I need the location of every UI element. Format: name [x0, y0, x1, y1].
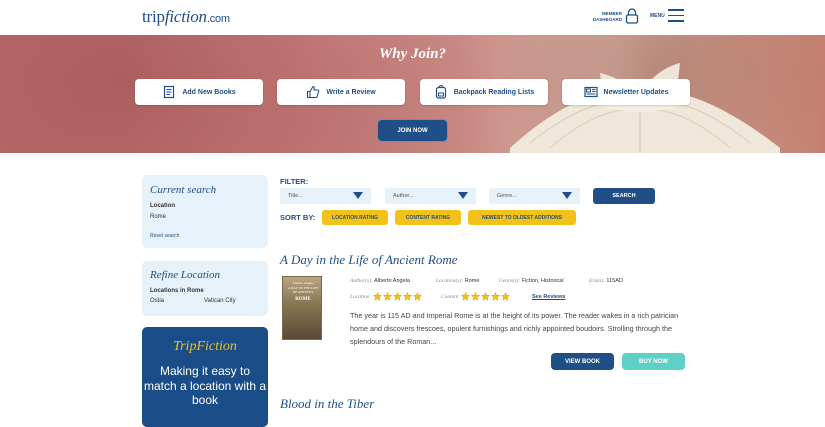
menu-label[interactable]: MENU [650, 13, 665, 19]
join-now-button[interactable]: JOIN NOW [377, 119, 448, 142]
author-filter-select[interactable]: Author... [385, 188, 476, 204]
era-meta: Era(s): 115AD [589, 278, 623, 284]
location-label: Location [150, 203, 175, 209]
author-key: Author(s): [350, 278, 373, 284]
backpack-reading-lists-button[interactable]: Backpack Reading Lists [420, 79, 548, 105]
star-icon [372, 292, 382, 301]
reset-search-link[interactable]: Reset search [150, 233, 179, 239]
backpack-icon [435, 85, 446, 99]
star-icon [461, 292, 471, 301]
location-rating-key: Location [350, 293, 370, 300]
locations-in-rome-label: Locations in Rome [150, 288, 204, 294]
newsletter-icon [583, 86, 598, 98]
add-new-books-label: Add New Books [182, 88, 236, 96]
refine-location-title: Refine Location [150, 269, 220, 281]
logo-main: trip [142, 7, 165, 26]
era-value[interactable]: 115AD [606, 278, 622, 284]
content-rating-key: Content [441, 293, 459, 300]
book-cover-image[interactable]: Alberto Angela A DAY IN THE LIFE OF ANCI… [282, 276, 322, 340]
member-dashboard-link[interactable]: MEMBER DASHBOARD [592, 11, 622, 23]
title-filter-select[interactable]: Title... [280, 188, 371, 204]
thumbs-up-icon [307, 85, 320, 99]
book-description: The year is 115 AD and Imperial Rome is … [350, 311, 679, 346]
content-rating-stars [461, 292, 511, 301]
tripfiction-promo: TripFiction Making it easy to match a lo… [142, 327, 268, 427]
location-meta-value[interactable]: Rome [465, 278, 480, 284]
location-rating-stars [372, 292, 422, 301]
star-icon [402, 292, 412, 301]
cover-rome: ROME [295, 297, 311, 302]
star-icon [471, 292, 481, 301]
why-join-heading: Why Join? [378, 46, 447, 62]
star-icon [491, 292, 501, 301]
sort-by-label: SORT BY: [280, 213, 316, 222]
member-line2: DASHBOARD [592, 17, 622, 22]
why-join-banner: Why Join? Add New Books Write a Review B… [0, 35, 825, 153]
filter-label: FILTER: [280, 177, 309, 186]
location-key: Location(s): [436, 278, 464, 284]
promo-text: Making it easy to match a location with … [143, 364, 267, 407]
star-icon [392, 292, 402, 301]
current-search-panel: Current search Location Rome Reset searc… [142, 175, 268, 248]
backpack-reading-lists-label: Backpack Reading Lists [453, 88, 535, 96]
location-rating: Location [350, 292, 422, 301]
see-reviews-link[interactable]: See Reviews [532, 294, 565, 300]
buy-now-button[interactable]: BUY NOW [622, 353, 685, 370]
site-header: tripfiction.com MEMBER DASHBOARD MENU [0, 0, 825, 35]
genre-filter-select[interactable]: Genre... [489, 188, 580, 204]
star-icon [481, 292, 491, 301]
refine-location-panel: Refine Location Locations in Rome Ostia … [142, 261, 268, 316]
author-value[interactable]: Alberto Angela [374, 278, 410, 284]
star-icon [501, 292, 511, 301]
chevron-down-icon [562, 192, 572, 199]
chevron-down-icon [353, 192, 363, 199]
search-button[interactable]: SEARCH [593, 188, 655, 204]
title-filter-placeholder: Title... [288, 193, 303, 199]
view-book-button[interactable]: VIEW BOOK [551, 353, 614, 370]
book-icon [164, 85, 175, 99]
newsletter-updates-button[interactable]: Newsletter Updates [562, 79, 690, 105]
genre-key: Genre(s): [499, 278, 521, 284]
chevron-down-icon [458, 192, 468, 199]
write-review-label: Write a Review [326, 88, 376, 96]
site-logo[interactable]: tripfiction.com [142, 7, 230, 27]
author-filter-placeholder: Author... [393, 193, 414, 199]
book-title-link[interactable]: Blood in the Tiber [280, 396, 374, 412]
genre-value[interactable]: Fiction, Historical [522, 278, 564, 284]
author-meta: Author(s): Alberto Angela [350, 278, 410, 284]
genre-filter-placeholder: Genre... [497, 193, 517, 199]
sort-newest-button[interactable]: NEWEST TO OLDEST ADDITIONS [468, 210, 576, 225]
padlock-icon[interactable] [625, 8, 639, 24]
cover-title: A DAY IN THE LIFE OF ANCIENT [287, 286, 319, 294]
cover-author: Alberto Angela [292, 281, 314, 285]
genre-meta: Genre(s): Fiction, Historical [499, 278, 564, 284]
current-search-title: Current search [150, 184, 217, 196]
add-new-books-button[interactable]: Add New Books [135, 79, 263, 105]
newsletter-updates-label: Newsletter Updates [603, 88, 669, 96]
hamburger-menu-icon[interactable] [668, 9, 684, 22]
promo-brand: TripFiction [173, 339, 237, 354]
era-key: Era(s): [589, 278, 605, 284]
location-meta: Location(s): Rome [436, 278, 479, 284]
location-option-vatican-city[interactable]: Vatican City [204, 298, 236, 304]
star-icon [382, 292, 392, 301]
sort-content-rating-button[interactable]: CONTENT RATING [395, 210, 461, 225]
star-icon [412, 292, 422, 301]
logo-italic: fiction [164, 7, 207, 26]
location-option-ostia[interactable]: Ostia [150, 298, 164, 304]
write-review-button[interactable]: Write a Review [277, 79, 405, 105]
book-title-link[interactable]: A Day in the Life of Ancient Rome [280, 252, 458, 268]
content-rating: Content [441, 292, 511, 301]
sort-location-rating-button[interactable]: LOCATION RATING [322, 210, 388, 225]
location-value: Rome [150, 214, 167, 220]
logo-suffix: .com [206, 13, 230, 25]
